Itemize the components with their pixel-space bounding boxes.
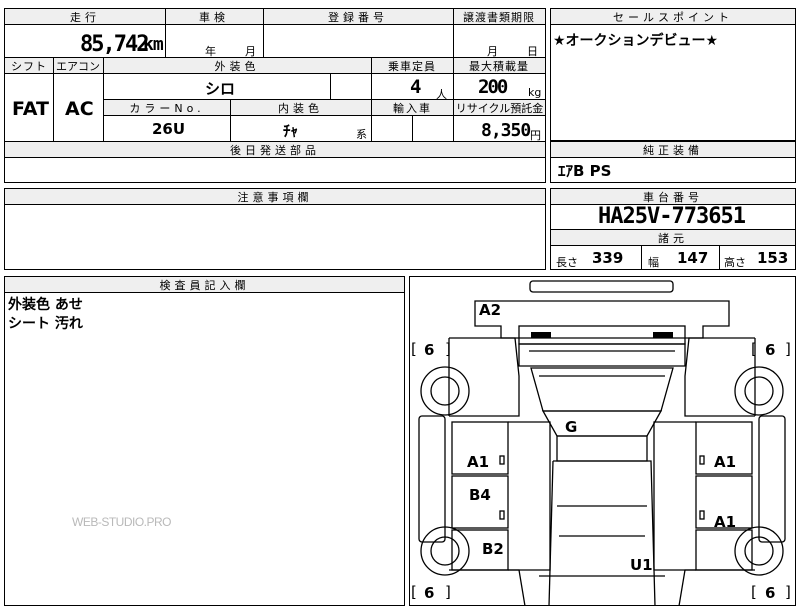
bl-bracket-left: [ xyxy=(411,583,417,601)
tl-bracket-right: ] xyxy=(445,340,451,358)
width-label: 幅 xyxy=(648,256,659,269)
inspector-line-2: シート 汚れ xyxy=(8,316,83,332)
shift-value: FAT xyxy=(12,98,49,120)
header-mileage: 走行 xyxy=(5,9,165,25)
interior-value: ﾁｬ xyxy=(283,122,299,140)
length-value: 339 xyxy=(592,249,624,267)
br-bracket-right: ] xyxy=(785,583,791,601)
watermark: WEB-STUDIO.PRO xyxy=(72,515,172,529)
color-value: シロ xyxy=(205,80,236,98)
label-b4: B4 xyxy=(469,486,491,504)
header-import: 輸入車 xyxy=(372,100,453,116)
header-deadline: 譲渡書類期限 xyxy=(453,9,545,25)
label-b2: B2 xyxy=(482,540,504,558)
genuine-equipment-text: ｴｱB PS xyxy=(558,162,612,180)
header-registration: 登録番号 xyxy=(263,9,453,25)
header-caution: 注意事項欄 xyxy=(5,189,545,205)
label-u1: U1 xyxy=(630,556,653,574)
load-unit: kg xyxy=(528,86,542,99)
header-load: 最大積載量 xyxy=(453,58,545,74)
header-later-parts: 後日発送部品 xyxy=(5,142,545,158)
tr-bracket-left: [ xyxy=(751,340,757,358)
header-genuine: 純正装備 xyxy=(551,142,795,158)
header-sales-point: セールスポイント xyxy=(551,9,795,25)
label-g: G xyxy=(565,418,577,436)
recycle-value: 8,350 xyxy=(481,120,531,141)
length-label: 長さ xyxy=(556,256,578,269)
header-shift: シフト xyxy=(5,58,53,74)
inspector-line-1: 外装色 あせ xyxy=(8,297,83,313)
label-a1-left: A1 xyxy=(467,453,489,471)
mileage-unit: km xyxy=(143,34,164,55)
header-capacity: 乗車定員 xyxy=(371,58,453,74)
header-dims: 諸元 xyxy=(551,230,795,246)
tr-bracket-right: ] xyxy=(785,340,791,358)
tl-bracket-left: [ xyxy=(411,340,417,358)
car-diagram: A2 G A1 B4 B2 A1 A1 U1 [ 6 ] [ 6 ] [ 6 ]… xyxy=(411,280,791,606)
br-bracket-left: [ xyxy=(751,583,757,601)
tire-tr: 6 xyxy=(765,341,775,359)
header-interior: 内装色 xyxy=(230,100,371,116)
height-value: 153 xyxy=(757,249,789,267)
header-color: 外装色 xyxy=(103,58,371,74)
width-value: 147 xyxy=(677,249,709,267)
colorno-value: 26U xyxy=(152,120,186,138)
sales-point-box xyxy=(550,8,796,141)
mileage-value: 85,742 xyxy=(80,32,149,57)
label-a1-right-bottom: A1 xyxy=(714,513,736,531)
capacity-value: 4 xyxy=(410,76,422,98)
aircon-value: AC xyxy=(65,98,94,120)
header-chassis: 車台番号 xyxy=(551,189,795,205)
header-shaken: 車検 xyxy=(165,9,263,25)
tire-bl: 6 xyxy=(424,584,434,602)
sales-point-text: ★オークションデビュー★ xyxy=(553,33,719,49)
label-a1-right-top: A1 xyxy=(714,453,736,471)
load-value: 200 xyxy=(478,76,508,98)
label-a2: A2 xyxy=(479,301,501,319)
header-colorno: カラーNo. xyxy=(104,100,230,116)
header-inspector: 検査員記入欄 xyxy=(5,277,404,293)
header-recycle: リサイクル預託金 xyxy=(454,100,545,116)
interior-suffix: 系 xyxy=(356,128,367,141)
header-aircon: エアコン xyxy=(53,58,103,74)
height-label: 高さ xyxy=(724,256,746,269)
tire-br: 6 xyxy=(765,584,775,602)
tire-tl: 6 xyxy=(424,341,434,359)
bl-bracket-right: ] xyxy=(445,583,451,601)
chassis-number: HA25V-773651 xyxy=(598,204,746,229)
